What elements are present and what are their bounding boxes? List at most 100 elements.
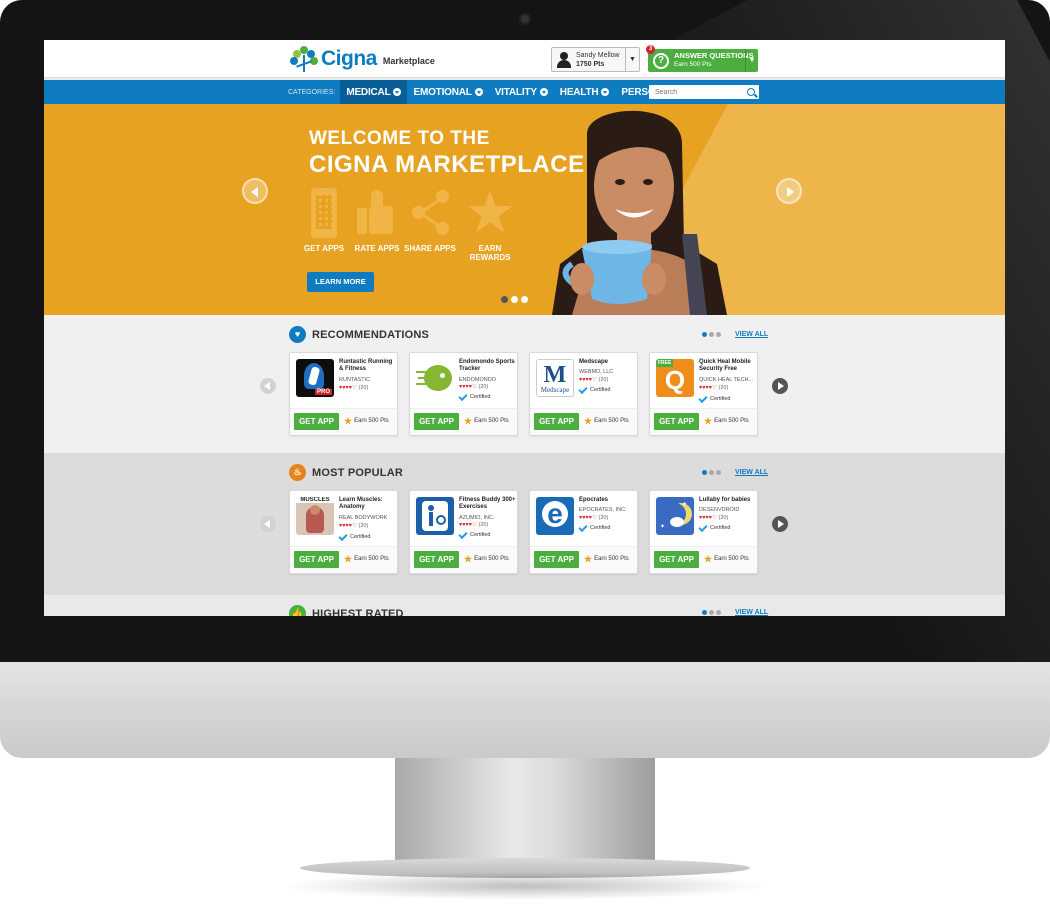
search-icon[interactable] [747,88,755,96]
feature-label: GET APPS [303,244,345,253]
card-footer: GET APP ★ Earn 500 Pts [530,408,637,435]
feature-share-apps: SHARE APPS [400,188,460,253]
certified-badge: Certified [458,391,490,401]
screen: Cigna Marketplace Sandy Mellow 1750 Pts … [44,40,1005,616]
slide-dot[interactable] [511,296,518,303]
star-icon: ★ [344,416,353,426]
nav-item-vitality[interactable]: VITALITY [489,80,554,104]
share-icon [410,188,450,238]
get-app-button[interactable]: GET APP [294,413,339,430]
app-card[interactable]: M Medscape Medscape WEBMD, LLC ♥♥♥♥♡ (20… [529,352,638,436]
hero-prev-arrow[interactable] [242,178,268,204]
app-developer: RUNTASTIC [339,377,371,383]
certified-badge: Certified [338,531,370,541]
get-app-button[interactable]: GET APP [414,413,459,430]
camera-icon [519,13,531,25]
view-all-link[interactable]: VIEW ALL [735,331,768,338]
page-dot[interactable] [716,332,721,337]
check-icon [458,529,468,539]
section-recommendations: ♥ RECOMMENDATIONS VIEW ALL PRO Runtastic… [44,315,1005,453]
flame-icon: ♨ [289,464,306,481]
thumbs-up-icon: 👍 [289,605,306,616]
medscape-m: M [543,362,567,388]
slide-dot[interactable] [501,296,508,303]
page-dot[interactable] [709,332,714,337]
page-dot[interactable] [702,610,707,615]
app-name: Medscape [579,359,609,365]
carousel-next-arrow[interactable] [772,516,788,532]
page-dot[interactable] [702,470,707,475]
answer-questions-text: ANSWER QUESTIONS Earn 500 Pts [674,52,754,69]
check-icon [458,391,468,401]
tree-logo-icon [290,45,318,73]
runtastic-app-icon: PRO [296,359,334,397]
check-icon [698,522,708,532]
nav-item-health[interactable]: HEALTH [554,80,616,104]
feature-earn-rewards: ★ EARN REWARDS [460,184,520,262]
app-card[interactable]: Fitness Buddy 300+ Exercises AZUMIO, INC… [409,490,518,574]
heart-icon: ♥ [289,326,306,343]
page-dot[interactable] [709,610,714,615]
card-footer: GET APP ★ Earn 500 Pts [410,546,517,573]
review-count: (20) [598,515,609,521]
logo-subtitle: Marketplace [382,56,435,66]
view-all-link[interactable]: VIEW ALL [735,609,768,616]
learn-muscles-app-icon: MUSCLES [296,497,334,535]
nav-item-medical[interactable]: MEDICAL [340,80,408,104]
app-rating: ♥♥♥♥♡ (20) [579,515,609,521]
get-app-button[interactable]: GET APP [534,413,579,430]
star-icon: ★ [466,184,514,242]
hero-next-arrow[interactable] [776,178,802,204]
category-nav: CATEGORIES: MEDICAL EMOTIONAL VITALITY H… [44,80,1005,104]
user-menu[interactable]: Sandy Mellow 1750 Pts ▼ [551,47,640,72]
page-dot[interactable] [716,470,721,475]
review-count: (20) [598,377,609,383]
get-app-button[interactable]: GET APP [414,551,459,568]
feature-get-apps: GET APPS [294,188,354,253]
app-card[interactable]: Endomondo Sports Tracker ENDOMONDO ♥♥♥♥♡… [409,352,518,436]
get-app-button[interactable]: GET APP [294,551,339,568]
check-icon [578,522,588,532]
card-footer: GET APP ★ Earn 500 Pts [290,408,397,435]
section-header: ♥ RECOMMENDATIONS [289,326,429,343]
app-card[interactable]: MUSCLES Learn Muscles: Anatomy REAL BODY… [289,490,398,574]
app-card[interactable]: PRO Runtastic Running & Fitness RUNTASTI… [289,352,398,436]
monitor-shadow [280,872,770,900]
search-box [649,85,759,99]
learn-more-button[interactable]: LEARN MORE [307,272,374,292]
get-app-button[interactable]: GET APP [654,551,699,568]
page-dot[interactable] [709,470,714,475]
get-app-button[interactable]: GET APP [534,551,579,568]
monitor-chin [0,662,1050,758]
avatar-icon [557,51,571,68]
search-input[interactable] [655,88,745,96]
app-name: Endomondo Sports Tracker [459,359,515,372]
cigna-logo[interactable]: Cigna Marketplace [290,45,435,73]
chevron-down-icon[interactable]: ▼ [625,48,639,71]
chevron-down-icon[interactable]: ▼ [745,49,758,72]
certified-badge: Certified [698,522,730,532]
app-rating: ♥♥♥♥♡ (20) [339,523,369,529]
earn-points: ★ Earn 500 Pts [344,554,389,564]
app-card[interactable]: FREE Q Quick Heal Mobile Security Free Q… [649,352,758,436]
earn-points: ★ Earn 500 Pts [584,416,629,426]
carousel-prev-arrow[interactable] [260,378,276,394]
app-card[interactable]: e Epocrates EPOCRATES, INC. ♥♥♥♥♡ (20) C… [529,490,638,574]
star-icon: ★ [704,554,713,564]
app-card[interactable]: ✦ ✦ Lullaby for babies DESENVDROID ♥♥♥♥♡… [649,490,758,574]
slide-dot[interactable] [521,296,528,303]
pro-badge: PRO [314,389,332,395]
page-dot[interactable] [716,610,721,615]
carousel-next-arrow[interactable] [772,378,788,394]
page-dot[interactable] [702,332,707,337]
answer-questions-button[interactable]: ? ANSWER QUESTIONS Earn 500 Pts ▼ [648,49,758,72]
star-icon: ★ [584,554,593,564]
get-app-button[interactable]: GET APP [654,413,699,430]
app-rating: ♥♥♥♥♡ (20) [459,522,489,528]
review-count: (20) [478,384,489,390]
view-all-link[interactable]: VIEW ALL [735,469,768,476]
thumbs-up-icon [357,188,397,238]
carousel-prev-arrow[interactable] [260,516,276,532]
certified-badge: Certified [578,384,610,394]
nav-item-emotional[interactable]: EMOTIONAL [407,80,488,104]
